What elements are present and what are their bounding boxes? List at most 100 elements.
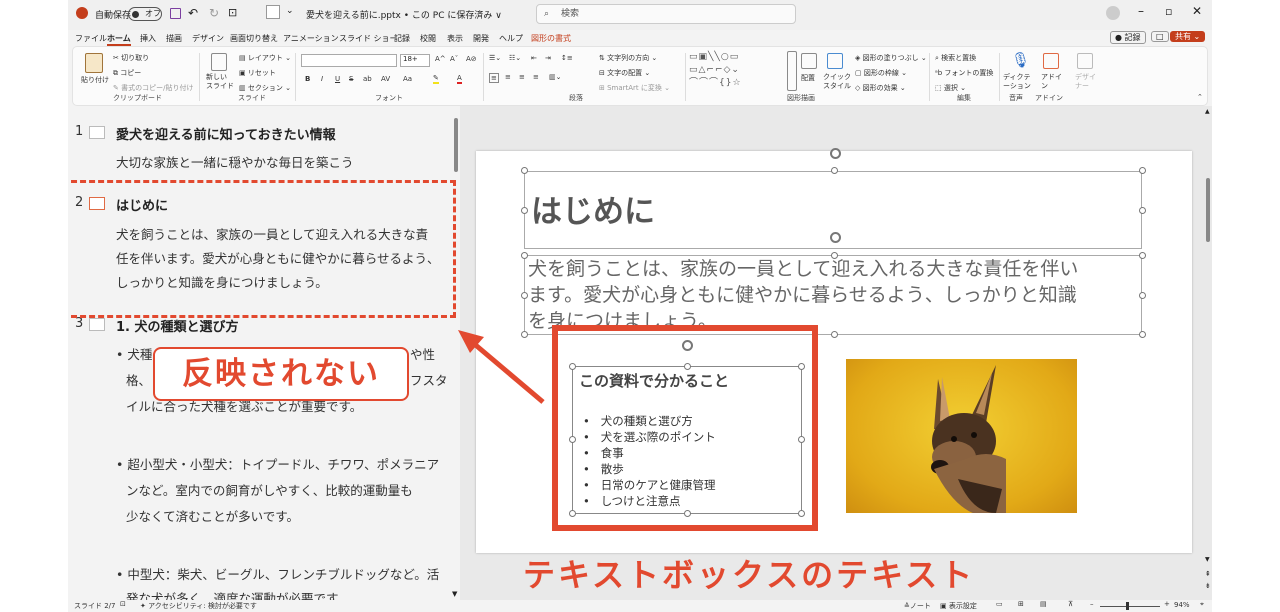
outline-line[interactable]: ンなど。室内での飼育がしやすく、比較的運動量も (126, 478, 413, 504)
shape-outline-button[interactable]: ▢ 図形の枠線 ⌄ (855, 68, 907, 78)
decrease-indent-icon[interactable]: ⇤ (531, 54, 537, 62)
tab-design[interactable]: デザイン (192, 33, 224, 44)
shape-fill-button[interactable]: ◈ 図形の塗りつぶし ⌄ (855, 53, 927, 63)
record-button[interactable]: ● 記録 (1110, 31, 1146, 44)
tab-slideshow[interactable]: スライド ショー (339, 33, 398, 44)
underline-button[interactable]: U (335, 75, 340, 83)
resize-handle[interactable] (521, 207, 528, 214)
arrange-button[interactable]: 配置 (801, 73, 815, 83)
addins-icon[interactable] (1043, 53, 1059, 69)
zoom-out-icon[interactable]: – (1090, 600, 1094, 608)
zoom-slider[interactable] (1100, 606, 1160, 607)
autosave-toggle[interactable]: オフ (128, 7, 162, 21)
line-spacing-icon[interactable]: ↕≡ (561, 54, 573, 62)
increase-indent-icon[interactable]: ⇥ (545, 54, 551, 62)
new-slide-icon[interactable] (211, 53, 227, 71)
resize-handle[interactable] (798, 363, 805, 370)
scroll-up-icon[interactable]: ▲ (1205, 108, 1210, 115)
outline-line[interactable]: • 中型犬：柴犬、ビーグル、フレンチブルドッグなど。活 (116, 562, 439, 588)
decrease-font-icon[interactable]: Aˇ (450, 55, 458, 63)
outline-line[interactable]: 格、 (126, 368, 151, 394)
start-from-beginning-icon[interactable] (266, 5, 280, 19)
undo-icon[interactable]: ↶ (188, 6, 198, 20)
collapse-ribbon-icon[interactable]: ⌃ (1197, 93, 1203, 101)
notes-button[interactable]: ≙ノート (904, 601, 931, 611)
slide[interactable]: はじめに 犬を飼うことは、家族の一員として迎え入れる大きな責任を伴い ます。愛犬… (476, 148, 1192, 553)
display-settings-button[interactable]: ▣ 表示設定 (940, 601, 977, 611)
tab-file[interactable]: ファイル (75, 33, 107, 44)
bullets-icon[interactable]: ☰⌄ (489, 54, 501, 62)
resize-handle[interactable] (569, 510, 576, 517)
prev-slide-icon[interactable]: ⇞ (1205, 570, 1211, 578)
align-right-icon[interactable]: ≡ (519, 73, 525, 81)
tab-draw[interactable]: 描画 (166, 33, 182, 44)
replace-font-button[interactable]: ᵃb フォントの置換 (935, 68, 993, 78)
quick-styles-icon[interactable] (827, 53, 843, 69)
slide-thumbnail-icon[interactable] (89, 318, 105, 331)
resize-handle[interactable] (1139, 292, 1146, 299)
tab-developer[interactable]: 開発 (473, 33, 489, 44)
search-box[interactable]: ⌕ 検索 (536, 4, 796, 24)
font-color-icon[interactable]: A (457, 74, 462, 84)
addins-button[interactable]: アドイン (1041, 73, 1063, 91)
spellcheck-icon[interactable]: ⊡ (120, 600, 126, 608)
tab-review[interactable]: 校閲 (420, 33, 436, 44)
resize-handle[interactable] (569, 363, 576, 370)
next-slide-icon[interactable]: ⇟ (1205, 582, 1211, 590)
rotate-handle-icon[interactable] (830, 232, 841, 243)
resize-handle[interactable] (1139, 207, 1146, 214)
align-center-icon[interactable]: ≡ (505, 73, 511, 81)
text-direction-button[interactable]: ⇅ 文字列の方向 ⌄ (599, 53, 657, 63)
zoom-slider-thumb[interactable] (1126, 602, 1129, 610)
outline-title[interactable]: 愛犬を迎える前に知っておきたい情報 (116, 124, 336, 143)
rotate-handle-icon[interactable] (682, 340, 693, 351)
outline-line[interactable]: 大切な家族と一緒に穏やかな毎日を築こう (116, 150, 354, 176)
dictate-button[interactable]: ディクテーション (1003, 73, 1033, 91)
paste-icon[interactable] (85, 53, 103, 73)
align-text-button[interactable]: ⊟ 文字の配置 ⌄ (599, 68, 650, 78)
customize-quick-access-icon[interactable]: ⌄ (286, 6, 294, 16)
layout-button[interactable]: ▤ レイアウト ⌄ (239, 53, 291, 63)
designer-icon[interactable] (1077, 53, 1093, 69)
shadow-button[interactable]: ab (363, 75, 372, 83)
align-left-icon[interactable]: ≡ (489, 73, 499, 83)
shape-effects-button[interactable]: ◇ 図形の効果 ⌄ (855, 83, 906, 93)
account-avatar[interactable] (1106, 6, 1120, 20)
shapes-more-icon[interactable] (787, 51, 797, 91)
tab-animations[interactable]: アニメーション (283, 33, 339, 44)
outline-line[interactable]: 少なくて済むことが多いです。 (126, 504, 299, 530)
font-size-dropdown[interactable]: 18+ (400, 54, 430, 67)
normal-view-icon[interactable]: ▭ (996, 600, 1003, 608)
quick-styles-button[interactable]: クイック スタイル (823, 73, 853, 91)
italic-button[interactable]: I (321, 75, 323, 83)
rotate-handle-icon[interactable] (830, 148, 841, 159)
find-replace-button[interactable]: ⌕ 検索と置換 (935, 53, 976, 63)
fit-to-window-icon[interactable]: ⌖ (1200, 600, 1204, 609)
spacing-button[interactable]: AV (381, 75, 390, 83)
reset-button[interactable]: ▣ リセット (239, 68, 276, 78)
microphone-icon[interactable]: 🎙 (1011, 51, 1030, 69)
outline-line[interactable]: • 超小型犬・小型犬：トイプードル、チワワ、ポメラニア (116, 452, 439, 478)
format-painter-button[interactable]: ✎ 書式のコピー/貼り付け (113, 83, 193, 93)
section-button[interactable]: ▥ セクション ⌄ (239, 83, 291, 93)
resize-handle[interactable] (1139, 331, 1146, 338)
paste-button[interactable]: 貼り付け (81, 75, 109, 85)
resize-handle[interactable] (1139, 252, 1146, 259)
maximize-icon[interactable]: ▫ (1165, 5, 1172, 18)
resize-handle[interactable] (569, 436, 576, 443)
slideshow-view-icon[interactable]: ⊼ (1068, 600, 1073, 608)
strikethrough-button[interactable]: S (349, 75, 353, 83)
resize-handle[interactable] (798, 510, 805, 517)
tab-transitions[interactable]: 画面切り替え (230, 33, 278, 44)
tab-shape-format[interactable]: 図形の書式 (531, 33, 571, 44)
resize-handle[interactable] (798, 436, 805, 443)
smartart-button[interactable]: ⊞ SmartArt に変換 ⌄ (599, 83, 670, 93)
designer-button[interactable]: デザイナー (1075, 73, 1097, 91)
document-title[interactable]: 愛犬を迎える前に.pptx • この PC に保存済み ∨ (306, 8, 502, 21)
resize-handle[interactable] (521, 331, 528, 338)
slide-thumbnail-icon[interactable] (89, 126, 105, 139)
resize-handle[interactable] (521, 167, 528, 174)
reading-view-icon[interactable]: ▤ (1040, 600, 1047, 608)
close-icon[interactable]: ✕ (1192, 4, 1202, 18)
tab-record[interactable]: 記録 (394, 33, 410, 44)
